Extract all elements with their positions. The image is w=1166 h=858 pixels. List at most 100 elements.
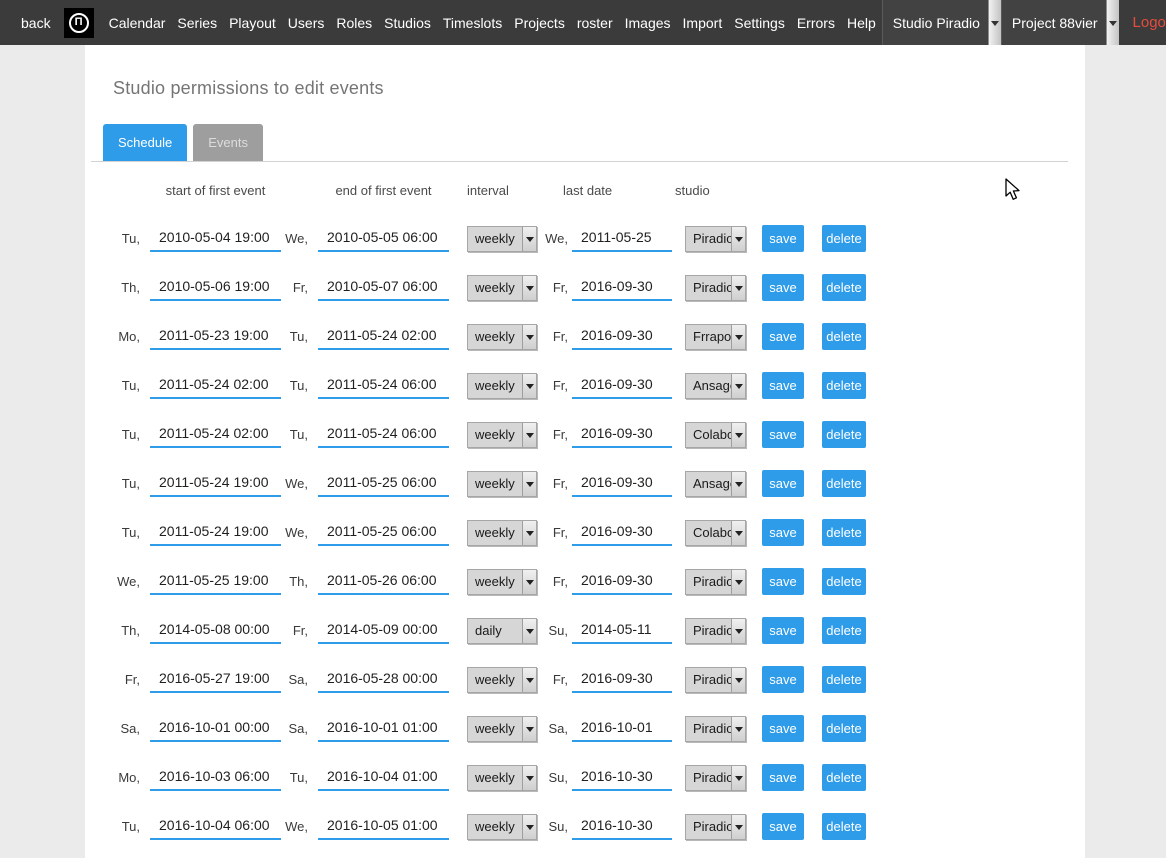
save-button[interactable]: save xyxy=(762,519,804,546)
nav-item-roles[interactable]: Roles xyxy=(330,0,378,45)
save-button[interactable]: save xyxy=(762,813,804,840)
save-button[interactable]: save xyxy=(762,568,804,595)
end-datetime-input[interactable] xyxy=(318,422,449,448)
delete-button[interactable]: delete xyxy=(822,813,866,840)
end-datetime-input[interactable] xyxy=(318,667,449,693)
studio-select[interactable]: Ansage xyxy=(685,373,746,399)
last-date-input[interactable] xyxy=(572,765,672,791)
delete-button[interactable]: delete xyxy=(822,274,866,301)
nav-item-timeslots[interactable]: Timeslots xyxy=(437,0,508,45)
studio-select[interactable]: Piradio xyxy=(685,667,746,693)
end-datetime-input[interactable] xyxy=(318,471,449,497)
delete-button[interactable]: delete xyxy=(822,372,866,399)
start-datetime-input[interactable] xyxy=(150,814,281,840)
start-datetime-input[interactable] xyxy=(150,422,281,448)
start-datetime-input[interactable] xyxy=(150,373,281,399)
save-button[interactable]: save xyxy=(762,764,804,791)
nav-item-help[interactable]: Help xyxy=(841,0,882,45)
end-datetime-input[interactable] xyxy=(318,520,449,546)
interval-select[interactable]: weekly xyxy=(467,275,537,301)
end-datetime-input[interactable] xyxy=(318,765,449,791)
interval-select[interactable]: weekly xyxy=(467,422,537,448)
delete-button[interactable]: delete xyxy=(822,764,866,791)
interval-select[interactable]: weekly xyxy=(467,765,537,791)
last-date-input[interactable] xyxy=(572,569,672,595)
studio-select[interactable]: Frrapo xyxy=(685,324,746,350)
studio-select[interactable]: Colabo xyxy=(685,422,746,448)
studio-select[interactable]: Piradio xyxy=(685,716,746,742)
interval-select[interactable]: weekly xyxy=(467,373,537,399)
save-button[interactable]: save xyxy=(762,372,804,399)
delete-button[interactable]: delete xyxy=(822,323,866,350)
delete-button[interactable]: delete xyxy=(822,519,866,546)
nav-item-roster[interactable]: roster xyxy=(571,0,619,45)
studio-select[interactable]: Piradio xyxy=(685,765,746,791)
save-button[interactable]: save xyxy=(762,421,804,448)
nav-item-settings[interactable]: Settings xyxy=(728,0,791,45)
nav-item-users[interactable]: Users xyxy=(282,0,331,45)
last-date-input[interactable] xyxy=(572,667,672,693)
interval-select[interactable]: weekly xyxy=(467,471,537,497)
nav-item-studios[interactable]: Studios xyxy=(378,0,437,45)
nav-item-projects[interactable]: Projects xyxy=(508,0,571,45)
tab-schedule[interactable]: Schedule xyxy=(103,124,187,161)
last-date-input[interactable] xyxy=(572,275,672,301)
studio-select[interactable]: Piradio xyxy=(685,275,746,301)
delete-button[interactable]: delete xyxy=(822,715,866,742)
studio-select[interactable]: Ansage xyxy=(685,471,746,497)
back-link[interactable]: back xyxy=(15,15,57,31)
studio-select[interactable]: Piradio xyxy=(685,226,746,252)
end-datetime-input[interactable] xyxy=(318,324,449,350)
studio-select[interactable]: Colabo xyxy=(685,520,746,546)
delete-button[interactable]: delete xyxy=(822,470,866,497)
interval-select[interactable]: daily xyxy=(467,618,537,644)
end-datetime-input[interactable] xyxy=(318,226,449,252)
tab-events[interactable]: Events xyxy=(193,124,263,161)
nav-item-errors[interactable]: Errors xyxy=(791,0,841,45)
studio-switcher-select[interactable]: Studio Piradio xyxy=(882,0,1001,45)
end-datetime-input[interactable] xyxy=(318,716,449,742)
save-button[interactable]: save xyxy=(762,666,804,693)
interval-select[interactable]: weekly xyxy=(467,569,537,595)
interval-select[interactable]: weekly xyxy=(467,814,537,840)
nav-item-import[interactable]: Import xyxy=(677,0,729,45)
start-datetime-input[interactable] xyxy=(150,226,281,252)
last-date-input[interactable] xyxy=(572,618,672,644)
delete-button[interactable]: delete xyxy=(822,421,866,448)
start-datetime-input[interactable] xyxy=(150,569,281,595)
interval-select[interactable]: weekly xyxy=(467,520,537,546)
logout-link[interactable]: Logout xyxy=(1119,0,1166,45)
interval-select[interactable]: weekly xyxy=(467,716,537,742)
studio-select[interactable]: Piradio xyxy=(685,569,746,595)
save-button[interactable]: save xyxy=(762,715,804,742)
start-datetime-input[interactable] xyxy=(150,275,281,301)
last-date-input[interactable] xyxy=(572,422,672,448)
save-button[interactable]: save xyxy=(762,274,804,301)
last-date-input[interactable] xyxy=(572,814,672,840)
start-datetime-input[interactable] xyxy=(150,667,281,693)
last-date-input[interactable] xyxy=(572,324,672,350)
end-datetime-input[interactable] xyxy=(318,569,449,595)
end-datetime-input[interactable] xyxy=(318,373,449,399)
save-button[interactable]: save xyxy=(762,617,804,644)
last-date-input[interactable] xyxy=(572,226,672,252)
nav-item-calendar[interactable]: Calendar xyxy=(103,0,172,45)
start-datetime-input[interactable] xyxy=(150,324,281,350)
delete-button[interactable]: delete xyxy=(822,225,866,252)
save-button[interactable]: save xyxy=(762,225,804,252)
interval-select[interactable]: weekly xyxy=(467,667,537,693)
last-date-input[interactable] xyxy=(572,373,672,399)
nav-item-playout[interactable]: Playout xyxy=(223,0,282,45)
save-button[interactable]: save xyxy=(762,470,804,497)
interval-select[interactable]: weekly xyxy=(467,324,537,350)
start-datetime-input[interactable] xyxy=(150,471,281,497)
project-switcher-select[interactable]: Project 88vier xyxy=(1001,0,1119,45)
save-button[interactable]: save xyxy=(762,323,804,350)
end-datetime-input[interactable] xyxy=(318,618,449,644)
studio-select[interactable]: Piradio xyxy=(685,618,746,644)
last-date-input[interactable] xyxy=(572,716,672,742)
interval-select[interactable]: weekly xyxy=(467,226,537,252)
end-datetime-input[interactable] xyxy=(318,814,449,840)
start-datetime-input[interactable] xyxy=(150,618,281,644)
end-datetime-input[interactable] xyxy=(318,275,449,301)
